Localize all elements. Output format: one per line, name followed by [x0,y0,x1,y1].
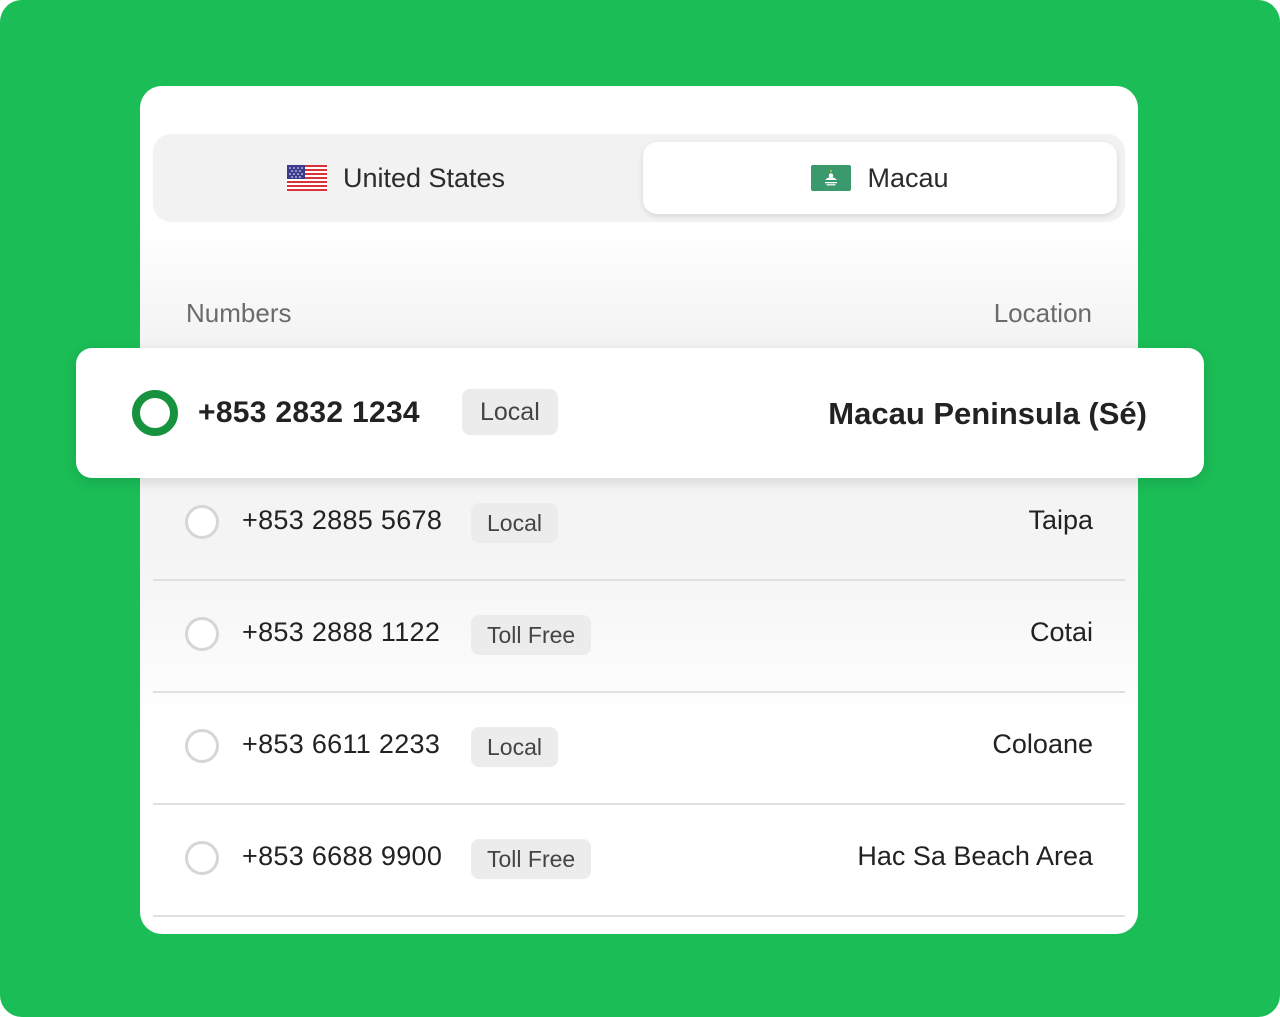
numbers-header: Numbers [186,298,292,328]
number-picker-card: United States Macau Numbers Location +85 [140,86,1138,934]
macau-flag-icon [811,165,852,191]
radio-button[interactable] [185,729,219,763]
country-tabs: United States Macau [153,134,1125,222]
location-text: Coloane [992,729,1093,759]
location-text: Cotai [1029,617,1093,647]
radio-button[interactable] [185,617,219,651]
radio-button-selected[interactable] [132,390,178,436]
tab-label: Macau [867,162,949,193]
radio-button[interactable] [185,841,219,875]
location-header: Location [993,298,1092,328]
phone-number: +853 6688 9900 [242,841,443,871]
table-row[interactable]: +853 2885 5678 Local Taipa [153,469,1125,581]
table-header: Numbers Location [186,298,1092,329]
selected-number-row[interactable]: +853 2832 1234 Local Macau Peninsula (Sé… [76,348,1204,478]
table-row[interactable]: +853 6688 9900 Toll Free Hac Sa Beach Ar… [153,805,1125,917]
phone-number: +853 2832 1234 [198,396,420,429]
tab-macau[interactable]: Macau [643,142,1117,214]
table-row[interactable]: +853 6611 2233 Local Coloane [153,693,1125,805]
number-type-badge: Local [471,503,558,543]
number-type-badge: Local [462,389,558,435]
table-row[interactable]: +853 2888 1122 Toll Free Cotai [153,581,1125,693]
phone-number: +853 2885 5678 [242,505,443,535]
tab-label: United States [342,162,506,193]
location-text: Macau Peninsula (Sé) [828,396,1147,431]
phone-number: +853 2888 1122 [242,617,441,647]
number-type-badge: Local [471,727,558,767]
green-background: United States Macau Numbers Location +85 [0,0,1280,1017]
number-type-badge: Toll Free [471,615,592,655]
us-flag-icon [286,165,327,191]
tab-united-states[interactable]: United States [153,142,639,214]
radio-button[interactable] [185,505,219,539]
number-type-badge: Toll Free [471,839,592,879]
location-text: Taipa [1028,505,1093,535]
phone-number: +853 6611 2233 [242,729,441,759]
location-text: Hac Sa Beach Area [857,841,1093,871]
